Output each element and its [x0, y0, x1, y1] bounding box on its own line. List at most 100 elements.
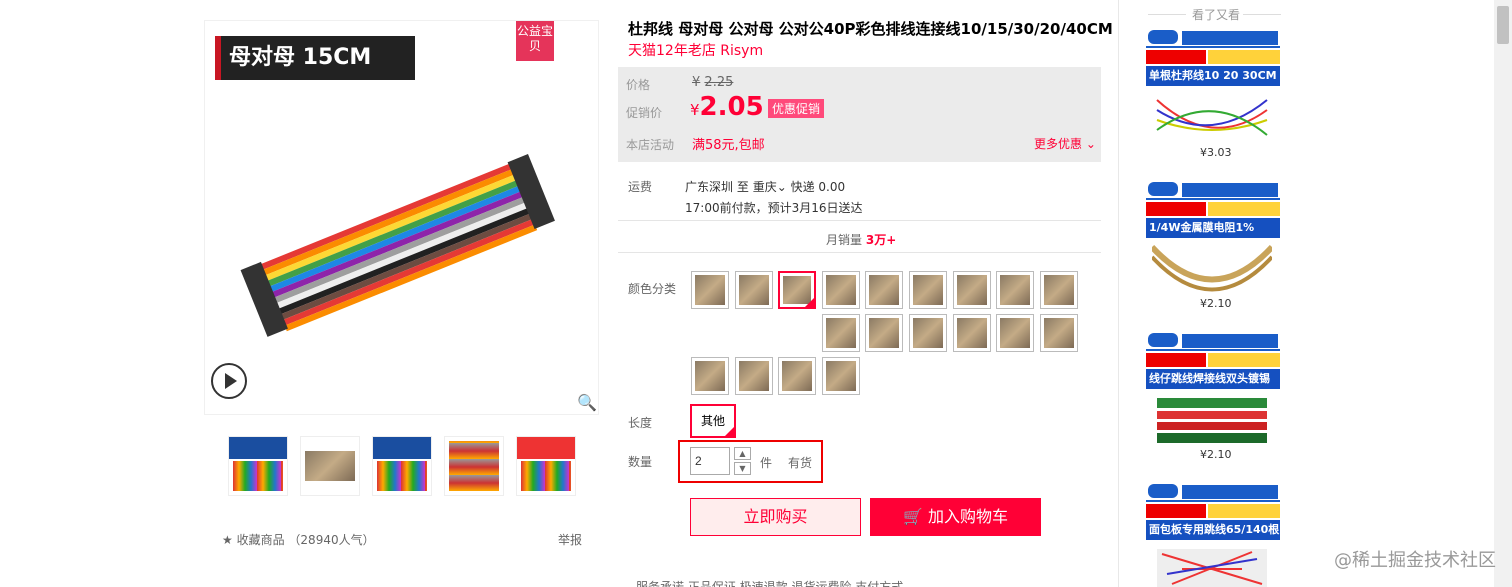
color-swatch[interactable] [865, 271, 903, 309]
length-label: 长度 [628, 416, 653, 430]
thumbnail-3[interactable] [372, 436, 432, 496]
swatch-image [913, 318, 943, 348]
color-swatch[interactable] [953, 271, 991, 309]
chevron-down-icon: ⌄ [776, 180, 787, 194]
star-icon: ★ [222, 533, 237, 547]
color-swatch[interactable] [865, 314, 903, 352]
swatch-image [739, 275, 769, 305]
color-swatch[interactable] [735, 357, 773, 395]
swatch-image [695, 275, 725, 305]
favorite-button[interactable]: ★ 收藏商品 （28940人气） [222, 531, 375, 548]
color-swatch[interactable] [822, 357, 860, 395]
swatch-image [957, 318, 987, 348]
color-label: 颜色分类 [628, 282, 677, 296]
thumbnail-5[interactable] [516, 436, 576, 496]
swatch-image [783, 276, 811, 304]
color-swatch[interactable] [996, 314, 1034, 352]
color-swatch[interactable] [909, 314, 947, 352]
divider [1148, 14, 1186, 15]
recommend-image [1157, 398, 1267, 443]
swatch-image [826, 361, 856, 391]
swatch-image [869, 275, 899, 305]
color-swatch[interactable] [953, 314, 991, 352]
color-swatch[interactable] [822, 314, 860, 352]
swatch-image [826, 318, 856, 348]
buy-now-button[interactable]: 立即购买 [690, 498, 861, 536]
recommend-image [1157, 549, 1267, 587]
price-panel: 价格 ¥ 2.25 促销价 ¥2.05 优惠促销 本店活动 满58元,包邮 更多… [618, 67, 1101, 162]
more-discounts-link[interactable]: 更多优惠 ⌄ [1034, 135, 1096, 152]
swatch-image [695, 361, 725, 391]
thumbnail-4[interactable] [444, 436, 504, 496]
recommend-price: ¥2.10 [1200, 448, 1232, 461]
color-swatch[interactable] [996, 271, 1034, 309]
charity-badge: 公益宝贝 [516, 21, 554, 61]
activity-label: 本店活动 [626, 138, 675, 152]
service-promises: 服务承诺 正品保证 极速退款 退货运费险 支付方式 [636, 580, 904, 587]
report-link[interactable]: 举报 [558, 531, 582, 548]
recommend-item[interactable]: 单根杜邦线10 20 30CM [1146, 28, 1280, 156]
color-swatch[interactable] [691, 271, 729, 309]
price-label: 价格 [626, 78, 651, 92]
store-activity: 满58元,包邮 [692, 138, 765, 153]
recommend-headline: 1/4W金属膜电阻1% [1146, 218, 1280, 238]
thumbnail-1[interactable] [228, 436, 288, 496]
swatch-image [1044, 318, 1074, 348]
column-divider [1118, 0, 1119, 587]
recommend-image [1152, 244, 1272, 292]
color-swatch[interactable] [778, 357, 816, 395]
promo-tag: 优惠促销 [768, 99, 825, 118]
scrollbar[interactable] [1494, 0, 1512, 587]
promo-price: ¥2.05 [690, 92, 764, 122]
quantity-increase-button[interactable]: ▲ [734, 447, 751, 460]
recommend-image [1156, 99, 1268, 136]
ship-to-selector[interactable]: 重庆⌄ [753, 180, 787, 194]
color-swatch[interactable] [909, 271, 947, 309]
recommend-item[interactable]: 线仔跳线焊接线双头镀锡 [1146, 331, 1280, 459]
play-video-icon[interactable] [211, 363, 247, 399]
cable-bundle-image [240, 153, 555, 337]
recommend-headline: 线仔跳线焊接线双头镀锡 [1146, 369, 1280, 389]
swatch-image [957, 275, 987, 305]
watermark: @稀土掘金技术社区 [1334, 550, 1496, 571]
color-swatch[interactable] [1040, 314, 1078, 352]
swatch-image [1000, 275, 1030, 305]
zoom-icon[interactable]: 🔍 [577, 393, 597, 412]
swatch-image [869, 318, 899, 348]
swatch-image [739, 361, 769, 391]
cart-icon: 🛒 [902, 507, 923, 526]
color-swatch[interactable] [822, 271, 860, 309]
quantity-label: 数量 [628, 455, 653, 469]
color-swatch[interactable] [735, 271, 773, 309]
shipping-route: 广东深圳 至 重庆⌄ 快递 0.00 [685, 180, 846, 194]
product-title: 杜邦线 母对母 公对母 公对公40P彩色排线连接线10/15/30/20/40C… [628, 20, 1113, 38]
swatch-image [913, 275, 943, 305]
recommend-headline: 面包板专用跳线65/140根 [1146, 520, 1280, 540]
quantity-input[interactable] [690, 447, 730, 475]
recommend-headline: 单根杜邦线10 20 30CM [1146, 66, 1280, 86]
swatch-image [782, 361, 812, 391]
stock-status: 有货 [788, 456, 813, 470]
length-option[interactable]: 其他 [690, 404, 736, 438]
delivery-estimate: 17:00前付款，预计3月16日送达 [685, 201, 863, 215]
recommend-item[interactable]: 面包板专用跳线65/140根 [1146, 482, 1280, 587]
shop-name[interactable]: 天猫12年老店 Risym [628, 40, 763, 60]
thumbnail-2[interactable] [300, 436, 360, 496]
swatch-image [1000, 318, 1030, 348]
main-product-image[interactable]: 母对母 15CM 公益宝贝 🔍 [204, 20, 599, 415]
recommend-item[interactable]: 1/4W金属膜电阻1% [1146, 180, 1280, 308]
chevron-down-icon: ⌄ [1082, 137, 1096, 151]
divider [618, 220, 1101, 221]
divider [618, 252, 1101, 253]
quantity-decrease-button[interactable]: ▼ [734, 462, 751, 475]
swatch-image [1044, 275, 1074, 305]
swatch-image [826, 275, 856, 305]
color-swatch[interactable] [691, 357, 729, 395]
scrollbar-thumb[interactable] [1497, 6, 1509, 44]
recommend-price: ¥2.10 [1200, 297, 1232, 310]
divider [1243, 14, 1281, 15]
color-swatch[interactable] [778, 271, 816, 309]
monthly-sales: 月销量 3万+ [826, 233, 897, 247]
add-to-cart-button[interactable]: 🛒 加入购物车 [870, 498, 1041, 536]
color-swatch[interactable] [1040, 271, 1078, 309]
